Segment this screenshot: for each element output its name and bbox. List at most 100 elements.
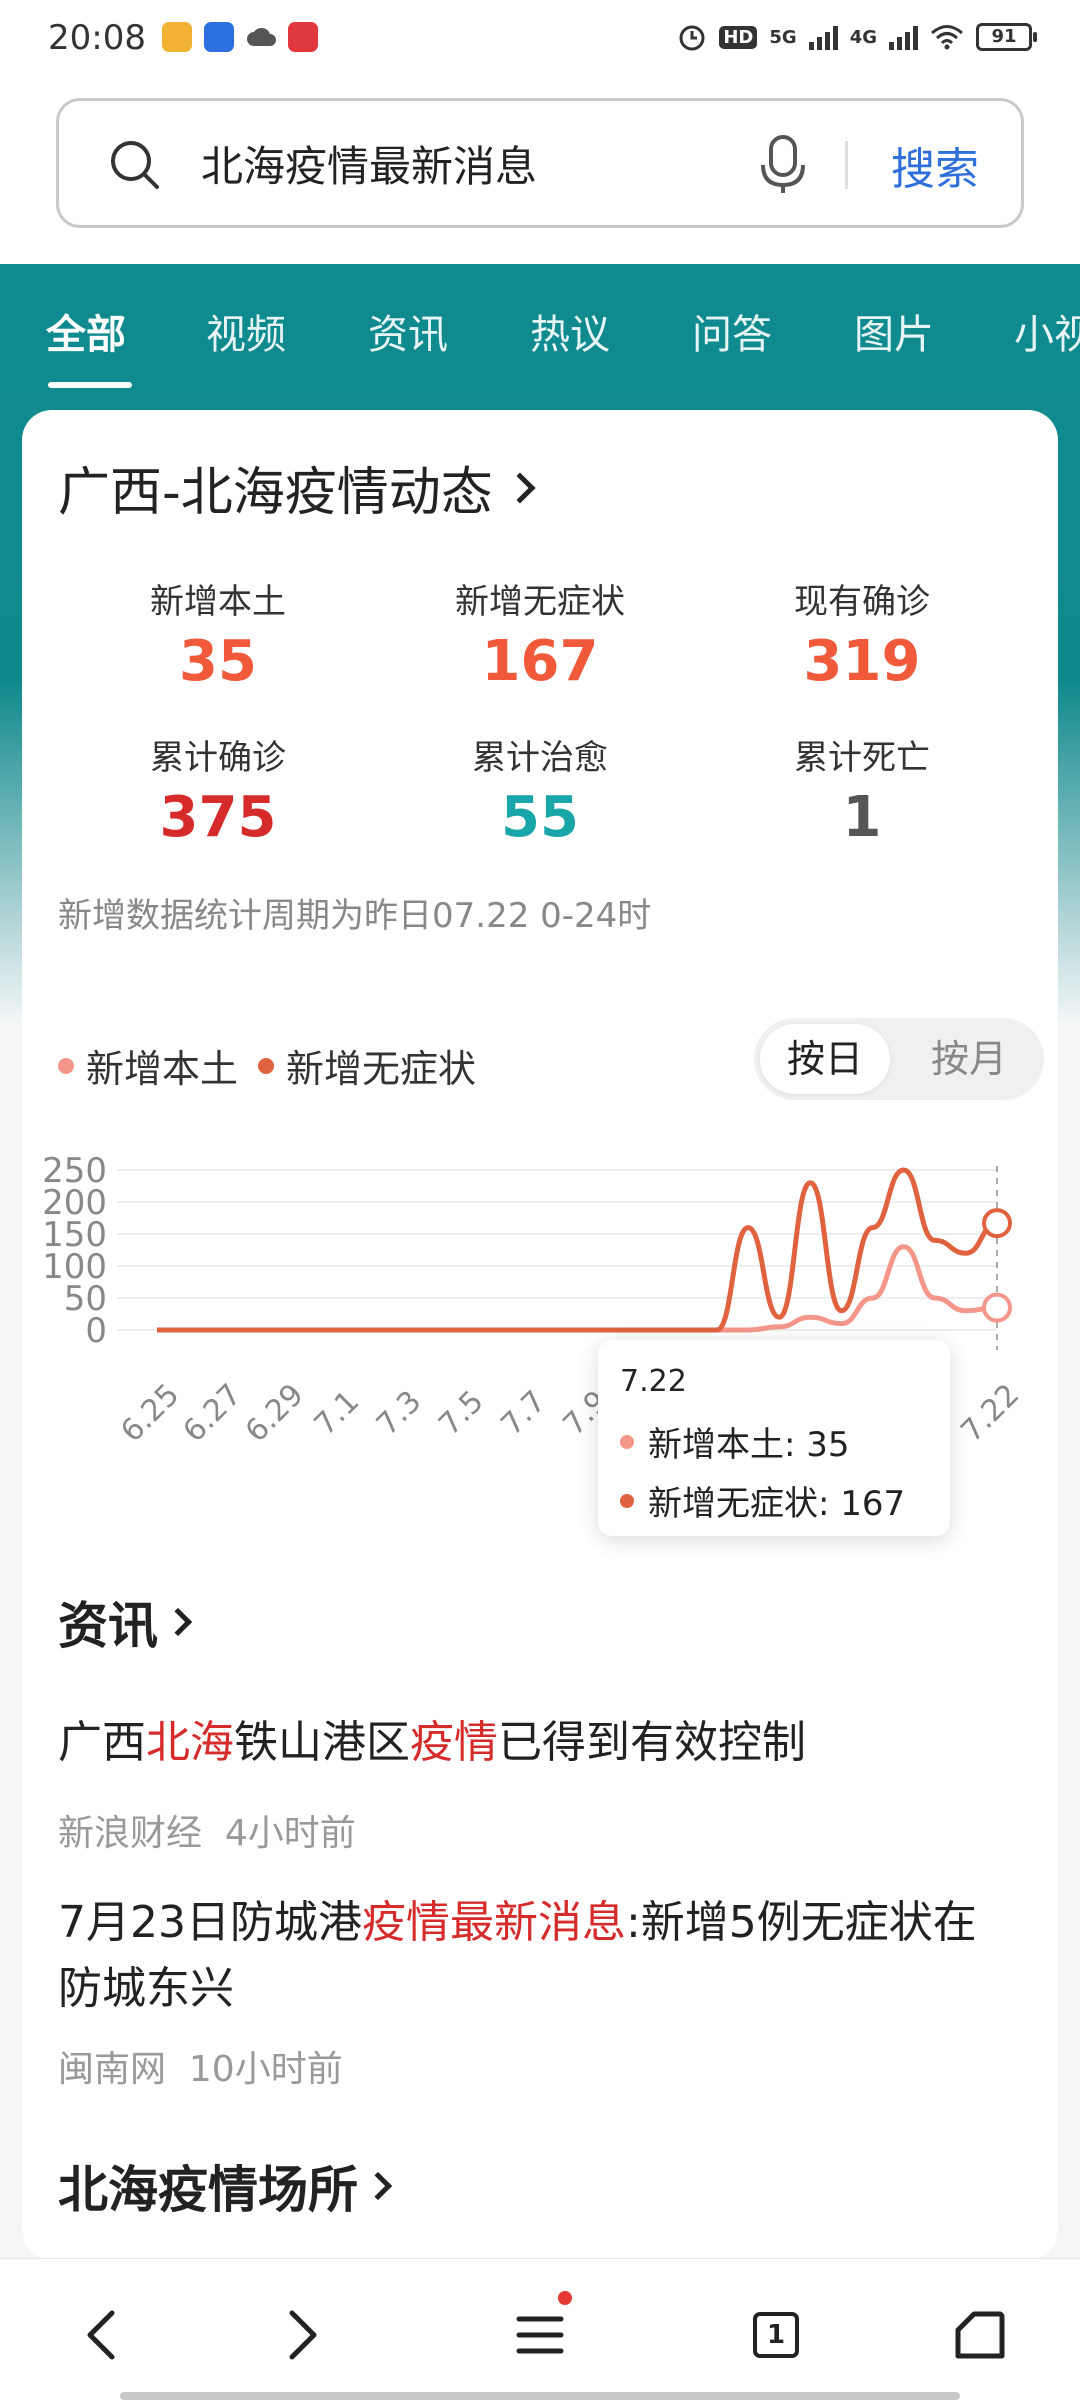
search-header: 搜索	[0, 86, 1080, 264]
series-line-1	[157, 1244, 998, 1333]
notification-app-icon	[162, 22, 192, 52]
x-tick-label: 6.29	[239, 1377, 311, 1449]
tooltip-text: 新增无症状: 167	[648, 1484, 906, 1524]
chevron-right-icon	[504, 471, 536, 504]
stat-label: 累计确诊	[150, 738, 286, 778]
search-icon	[111, 141, 159, 189]
chart-legend: 新增本土 新增无症状	[58, 1038, 476, 1093]
back-button[interactable]	[62, 2295, 142, 2375]
news-time: 10小时前	[188, 2049, 343, 2090]
tab-news[interactable]: 资讯	[368, 302, 448, 360]
active-tab-indicator	[48, 382, 132, 388]
tabs-button[interactable]: 1	[736, 2295, 816, 2375]
news-text: 已得到有效控制	[498, 1717, 806, 1768]
microphone-icon[interactable]	[753, 133, 813, 197]
cloud-icon	[246, 22, 276, 52]
news-section-title-link[interactable]: 资讯	[58, 1586, 193, 1658]
news-text: 广西	[58, 1717, 146, 1768]
battery-indicator: 91	[976, 23, 1037, 51]
stat-total-deaths: 累计死亡 1	[712, 730, 1012, 850]
epidemic-card: 广西-北海疫情动态 新增本土 35 新增无症状 167 现有确诊 319 累计确…	[22, 410, 1058, 2260]
tooltip-dot	[620, 1434, 634, 1449]
news-time: 4小时前	[224, 1813, 356, 1854]
stat-total-cured: 累计治愈 55	[390, 730, 690, 850]
card-title: 广西-北海疫情动态	[58, 463, 493, 523]
legend-new-asymptomatic[interactable]: 新增无症状	[258, 1038, 476, 1093]
category-tabs: 全部 视频 资讯 热议 问答 图片 小视	[0, 264, 1080, 404]
news-section-title: 资讯	[58, 1597, 158, 1655]
x-tick-label: 7.22	[954, 1377, 1026, 1449]
signal-4g-icon	[889, 24, 918, 50]
status-app-icons	[162, 22, 318, 52]
stat-value: 35	[179, 629, 257, 694]
stat-label: 累计死亡	[794, 738, 930, 778]
x-tick-label: 7.1	[308, 1384, 366, 1442]
search-button[interactable]: 搜索	[891, 133, 979, 197]
legend-dot	[258, 1057, 275, 1074]
tab-all[interactable]: 全部	[46, 302, 126, 360]
signal-5g-icon	[808, 24, 838, 50]
news-highlight: 疫情最新消息	[361, 1897, 626, 1948]
tab-count-icon: 1	[753, 2312, 799, 2358]
x-tick-label: 7.5	[432, 1384, 490, 1442]
hd-icon: HD	[719, 25, 758, 49]
alarm-icon	[679, 25, 705, 51]
tab-discussion[interactable]: 热议	[530, 302, 610, 360]
news-item-2-title[interactable]: 7月23日防城港疫情最新消息:新增5例无症状在防城东兴	[58, 1890, 1018, 2022]
stat-label: 现有确诊	[794, 582, 930, 622]
qq-app-icon	[204, 22, 234, 52]
stat-total-confirmed: 累计确诊 375	[68, 730, 368, 850]
news-source: 新浪财经	[58, 1813, 203, 1854]
card-title-link[interactable]: 广西-北海疫情动态	[58, 450, 536, 525]
day-month-toggle: 按日 按月	[754, 1018, 1044, 1100]
menu-icon	[516, 2316, 564, 2354]
news-item-1-meta: 新浪财经 4小时前	[58, 1804, 356, 1856]
tooltip-row-asymptomatic: 新增无症状: 167	[620, 1476, 928, 1525]
news-item-1-title[interactable]: 广西北海铁山港区疫情已得到有效控制	[58, 1710, 1018, 1776]
x-tick-label: 6.25	[114, 1377, 186, 1449]
x-tick-label: 7.3	[370, 1384, 428, 1442]
toggle-by-month[interactable]: 按月	[904, 1024, 1034, 1094]
notification-dot	[558, 2291, 572, 2305]
places-section-title: 北海疫情场所	[58, 2161, 358, 2219]
network-5g-label: 5G	[769, 26, 797, 48]
y-tick-label: 250	[42, 1151, 107, 1191]
chevron-right-icon	[163, 1607, 193, 1637]
tab-short-video[interactable]: 小视	[1014, 302, 1080, 360]
legend-label: 新增本土	[86, 1047, 239, 1091]
tooltip-dot	[620, 1493, 634, 1508]
x-tick-label: 6.27	[177, 1377, 249, 1449]
forward-button[interactable]	[262, 2295, 342, 2375]
wifi-icon	[931, 25, 963, 50]
stat-value: 375	[159, 785, 277, 850]
gesture-bar[interactable]	[120, 2392, 960, 2400]
legend-new-local[interactable]: 新增本土	[58, 1038, 238, 1093]
menu-button[interactable]	[500, 2291, 580, 2375]
news-text: 7月23日防城港	[58, 1897, 362, 1948]
tooltip-text: 新增本土: 35	[648, 1425, 850, 1465]
period-note: 新增数据统计周期为昨日07.22 0-24时	[58, 896, 652, 936]
chevron-left-icon	[87, 2310, 115, 2360]
tab-qa[interactable]: 问答	[692, 302, 772, 360]
stat-new-asymptomatic: 新增无症状 167	[390, 574, 690, 694]
places-section-title-link[interactable]: 北海疫情场所	[58, 2150, 393, 2222]
x-tick-label: 7.7	[494, 1384, 552, 1442]
toggle-by-day[interactable]: 按日	[760, 1024, 890, 1094]
news-item-2-meta: 闽南网 10小时前	[58, 2040, 343, 2092]
series-point-1	[982, 1292, 1012, 1323]
series-point-2	[982, 1208, 1012, 1239]
legend-dot	[58, 1057, 74, 1074]
legend-label: 新增无症状	[286, 1047, 477, 1091]
search-box[interactable]: 搜索	[56, 98, 1024, 228]
news-highlight: 北海	[146, 1717, 234, 1768]
tab-video[interactable]: 视频	[206, 302, 286, 360]
stat-new-local: 新增本土 35	[68, 574, 368, 694]
stat-label: 累计治愈	[472, 738, 608, 778]
status-bar: 20:08 HD 5G 4G 91	[0, 0, 1080, 86]
stat-current-confirmed: 现有确诊 319	[712, 574, 1012, 694]
stat-label: 新增无症状	[455, 582, 625, 622]
home-button[interactable]	[940, 2295, 1020, 2375]
shopping-app-icon	[288, 22, 318, 52]
search-input[interactable]	[201, 131, 761, 195]
tab-images[interactable]: 图片	[854, 302, 934, 360]
